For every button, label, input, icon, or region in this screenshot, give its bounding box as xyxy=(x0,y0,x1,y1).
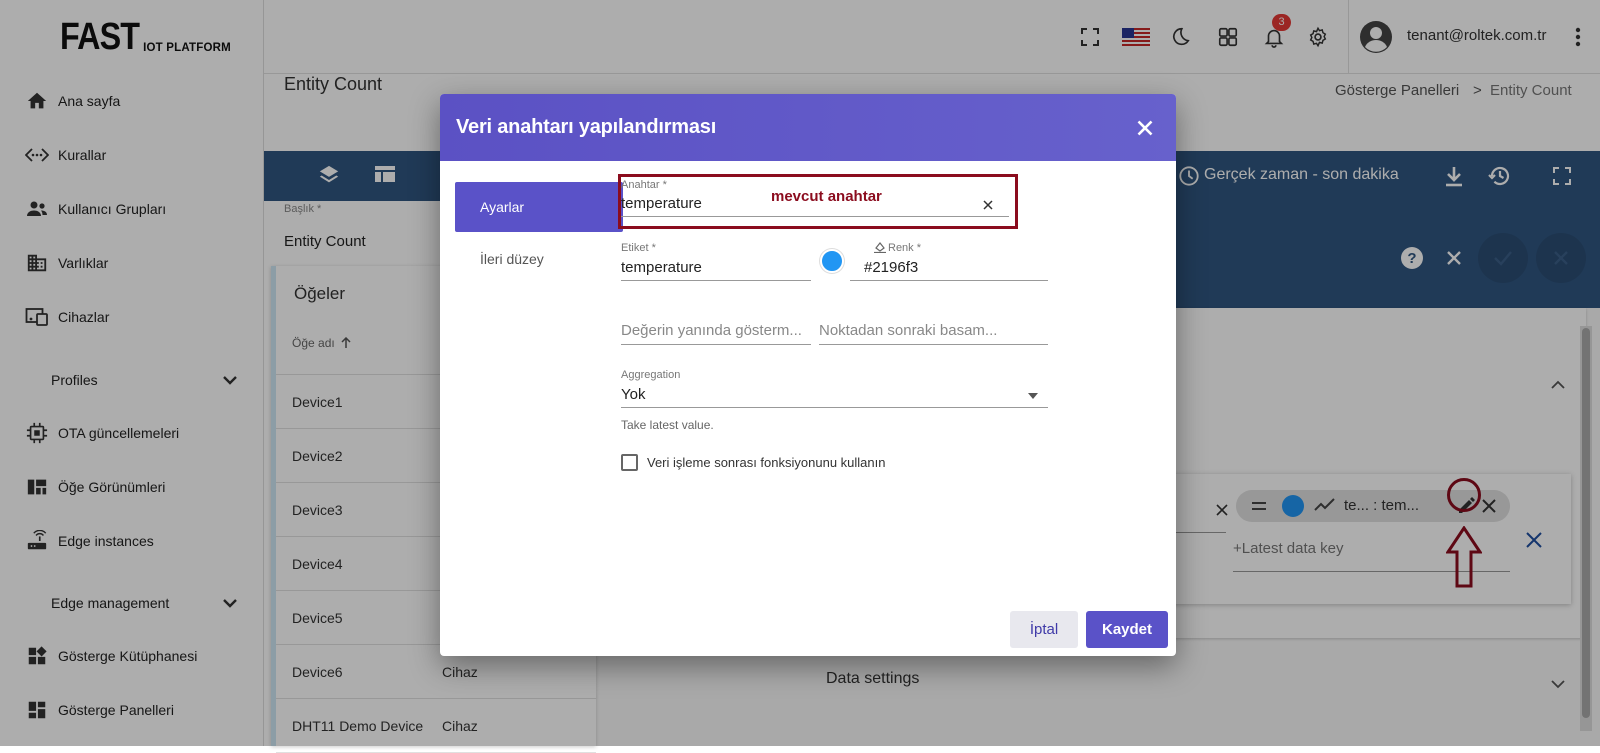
annotation-text: mevcut anahtar xyxy=(771,188,882,205)
dropdown-arrow-icon xyxy=(1028,393,1038,399)
label-label: Etiket * xyxy=(621,242,656,254)
tab-advanced[interactable]: İleri düzey xyxy=(480,251,544,267)
label-value: temperature xyxy=(621,259,702,276)
color-value: #2196f3 xyxy=(864,259,919,276)
label-field[interactable]: Etiket * temperature xyxy=(621,242,811,281)
units-field[interactable]: Değerin yanında gösterm... xyxy=(621,319,811,345)
units-placeholder: Değerin yanında gösterm... xyxy=(621,322,802,339)
color-swatch[interactable] xyxy=(820,249,844,273)
postprocess-checkbox[interactable] xyxy=(621,454,638,471)
aggregation-value: Yok xyxy=(621,386,646,403)
key-label: Anahtar * xyxy=(621,179,667,191)
close-icon[interactable] xyxy=(1137,120,1153,136)
aggregation-hint: Take latest value. xyxy=(621,418,714,432)
dialog-header: Veri anahtarı yapılandırması xyxy=(440,94,1176,161)
tab-settings[interactable]: Ayarlar xyxy=(455,182,623,232)
data-key-config-dialog: Veri anahtarı yapılandırması Ayarlar İle… xyxy=(440,94,1176,656)
postprocess-checkbox-row[interactable]: Veri işleme sonrası fonksiyonunu kullanı… xyxy=(621,454,885,471)
decimals-field[interactable]: Noktadan sonraki basam... xyxy=(819,319,1048,345)
dialog-title: Veri anahtarı yapılandırması xyxy=(456,116,717,138)
aggregation-label: Aggregation xyxy=(621,369,681,381)
color-label: Renk * xyxy=(888,242,922,254)
key-value: temperature xyxy=(621,195,702,212)
aggregation-select[interactable]: Aggregation Yok xyxy=(621,369,1048,408)
format-color-icon xyxy=(874,241,886,253)
clear-key-icon[interactable] xyxy=(983,200,993,210)
color-field[interactable]: Renk * #2196f3 xyxy=(850,242,1048,281)
decimals-placeholder: Noktadan sonraki basam... xyxy=(819,322,998,339)
save-button[interactable]: Kaydet xyxy=(1086,611,1168,648)
cancel-button[interactable]: İptal xyxy=(1010,611,1078,648)
postprocess-label: Veri işleme sonrası fonksiyonunu kullanı… xyxy=(647,455,886,470)
